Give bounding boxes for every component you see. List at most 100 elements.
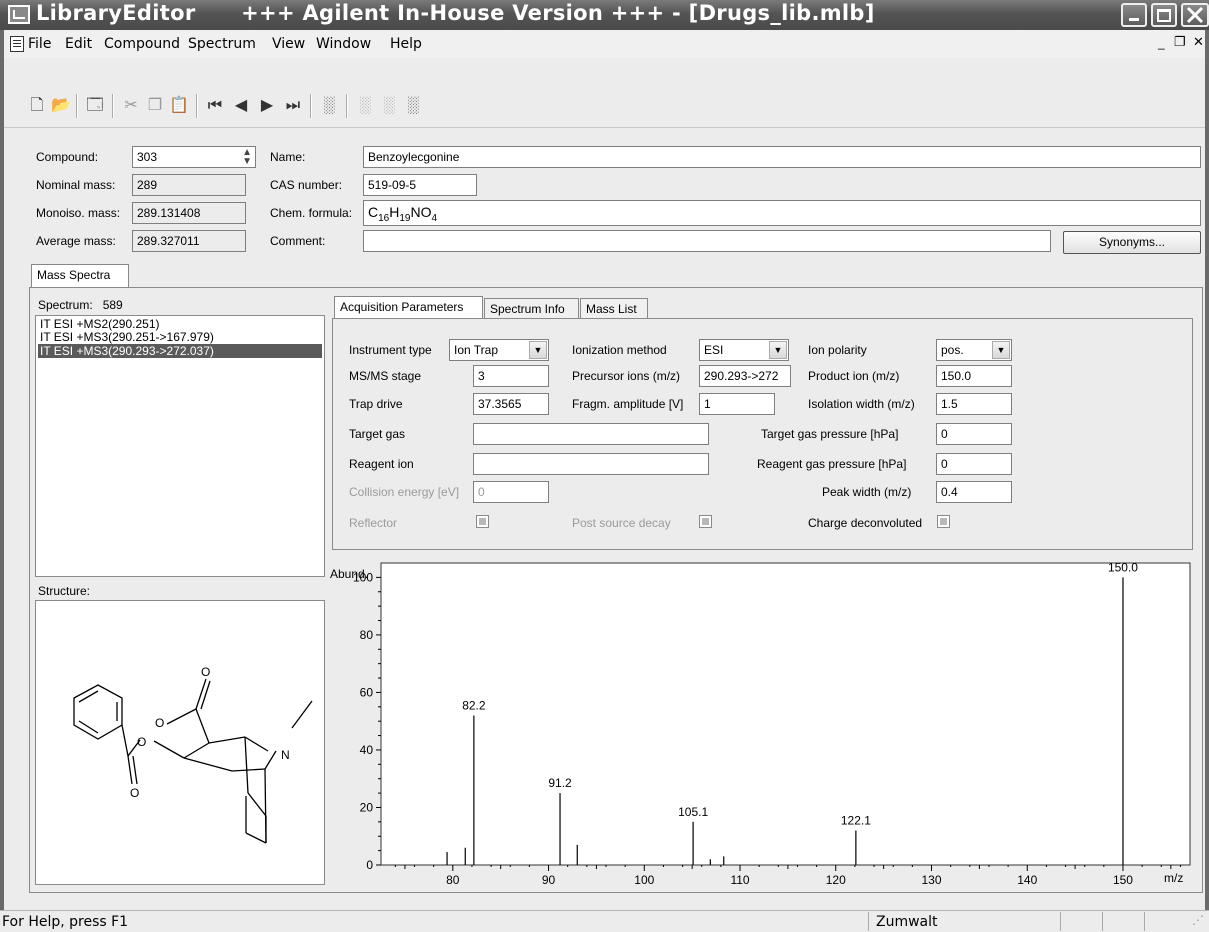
atom-n: N [281,748,290,762]
status-help-text: For Help, press F1 [2,914,129,930]
menu-compound[interactable]: Compound [104,36,180,52]
post-source-decay-checkbox [699,515,712,528]
copy-icon[interactable]: ❐ [144,95,166,117]
mdi-restore-icon[interactable]: ❐ [1174,34,1186,50]
ionization-method-select[interactable]: ESI ▼ [699,339,789,361]
x-tick-label: 100 [634,873,654,887]
menu-window[interactable]: Window [316,36,371,52]
y-tick-label: 60 [360,685,374,699]
precursor-ions-field[interactable]: 290.293->272 [699,365,791,387]
tab-acquisition-parameters[interactable]: Acquisition Parameters [334,296,483,320]
menu-bar: File Edit Compound Spectrum View Window … [4,30,1205,58]
x-tick-label: 140 [1017,873,1037,887]
minimize-button[interactable] [1121,3,1147,27]
chevron-down-icon[interactable]: ▼ [992,341,1010,359]
precursor-ions-label: Precursor ions (m/z) [572,369,681,383]
properties-icon[interactable]: 🗔 [84,95,106,117]
x-tick-label: 150 [1113,873,1133,887]
formula-o-sub: 4 [431,212,438,224]
spectrum-tool-3-icon[interactable]: ░ [402,95,424,117]
cas-field[interactable]: 519-09-5 [363,174,477,196]
tab-mass-list[interactable]: Mass List [580,298,648,320]
mdi-close-icon[interactable]: ✕ [1193,34,1204,50]
tab-spectrum-info[interactable]: Spectrum Info [484,298,579,320]
next-record-icon[interactable]: ▶ [256,95,278,117]
paste-icon[interactable]: 📋 [168,95,190,117]
maximize-button[interactable] [1151,3,1177,27]
atom-o-carbonyl: O [130,786,139,800]
fragm-amplitude-field[interactable]: 1 [699,393,775,415]
cas-label: CAS number: [270,178,343,192]
previous-record-icon[interactable]: ◀ [230,95,252,117]
open-folder-icon[interactable]: 📂 [50,95,72,117]
formula-h-sub: 19 [399,212,411,224]
spectrum-list[interactable]: IT ESI +MS2(290.251) IT ESI +MS3(290.251… [35,315,325,577]
charge-deconvoluted-checkbox[interactable] [937,515,950,528]
isolation-width-field[interactable]: 1.5 [936,393,1012,415]
formula-c-sub: 16 [378,212,390,224]
trap-drive-field[interactable]: 37.3565 [473,393,549,415]
chevron-down-icon[interactable]: ▼ [769,341,787,359]
peak-width-field[interactable]: 0.4 [936,481,1012,503]
status-pane [1102,912,1142,931]
target-gas-pressure-field[interactable]: 0 [936,423,1012,445]
formula-field[interactable]: C16H19NO4 [363,200,1201,226]
post-source-decay-label: Post source decay [572,516,671,530]
y-tick-label: 40 [360,743,374,757]
compound-label: Compound: [36,150,99,164]
y-tick-label: 0 [366,858,373,872]
molecule-drawing: O O O O N [73,665,313,844]
synonyms-button[interactable]: Synonyms... [1063,231,1201,254]
msms-stage-label: MS/MS stage [349,369,422,383]
formula-no: NO [410,204,432,220]
instrument-type-select[interactable]: Ion Trap ▼ [449,339,549,361]
target-gas-label: Target gas [349,427,406,441]
mdi-minimize-icon[interactable]: _ [1158,36,1165,50]
last-record-icon[interactable]: ⏭ [282,95,304,117]
ionization-method-value: ESI [704,343,724,357]
menu-view[interactable]: View [272,36,305,52]
instrument-type-value: Ion Trap [454,343,499,357]
list-item[interactable]: IT ESI +MS3(290.251->167.979) [38,331,322,344]
new-icon[interactable]: 🗋 [26,95,48,117]
comment-field[interactable] [363,230,1051,252]
atom-o-hydroxyl: O [155,716,164,730]
title-bar[interactable]: LibraryEditor +++ Agilent In-House Versi… [0,0,1209,30]
compound-number-stepper[interactable]: 303 ▲ ▼ [132,146,256,168]
menu-file[interactable]: File [28,36,51,52]
name-label: Name: [270,150,306,164]
average-mass-field: 289.327011 [132,230,246,252]
target-gas-field[interactable] [473,423,709,445]
list-item-selected[interactable]: IT ESI +MS3(290.293->272.037) [38,344,322,358]
product-ion-field[interactable]: 150.0 [936,365,1012,387]
spectrum-label: Spectrum: 589 [38,298,123,312]
status-pane [1060,912,1100,931]
reagent-gas-pressure-field[interactable]: 0 [936,453,1012,475]
chevron-down-icon[interactable]: ▼ [529,341,547,359]
name-field[interactable]: Benzoylecgonine [363,146,1201,168]
spectrum-tool-1-icon[interactable]: ░ [354,95,376,117]
ion-polarity-select[interactable]: pos. ▼ [936,339,1012,361]
spin-up-down-icon[interactable]: ▲ ▼ [242,148,252,167]
reagent-ion-field[interactable] [473,453,709,475]
compound-number-value: 303 [137,150,158,164]
tab-mass-spectra[interactable]: Mass Spectra [31,264,129,288]
peak-width-label: Peak width (m/z) [822,485,912,499]
status-user: Zumwalt [876,914,938,930]
peak-label: 105.1 [678,805,708,819]
close-button[interactable] [1181,3,1209,27]
x-axis-label: m/z [1164,871,1183,885]
y-tick-label: 80 [360,628,374,642]
menu-edit[interactable]: Edit [65,36,92,52]
first-record-icon[interactable]: ⏮ [204,95,226,117]
menu-help[interactable]: Help [390,36,422,52]
reflector-label: Reflector [349,516,398,530]
msms-stage-field[interactable]: 3 [473,365,549,387]
spectrum-tool-2-icon[interactable]: ░ [378,95,400,117]
search-spectrum-icon[interactable]: ░ [318,95,340,117]
instrument-type-label: Instrument type [349,343,432,357]
menu-spectrum[interactable]: Spectrum [188,36,256,52]
resize-grip-icon[interactable]: ⋰ [1192,913,1204,927]
cut-icon[interactable]: ✂ [120,95,142,117]
ionization-method-label: Ionization method [572,343,667,357]
